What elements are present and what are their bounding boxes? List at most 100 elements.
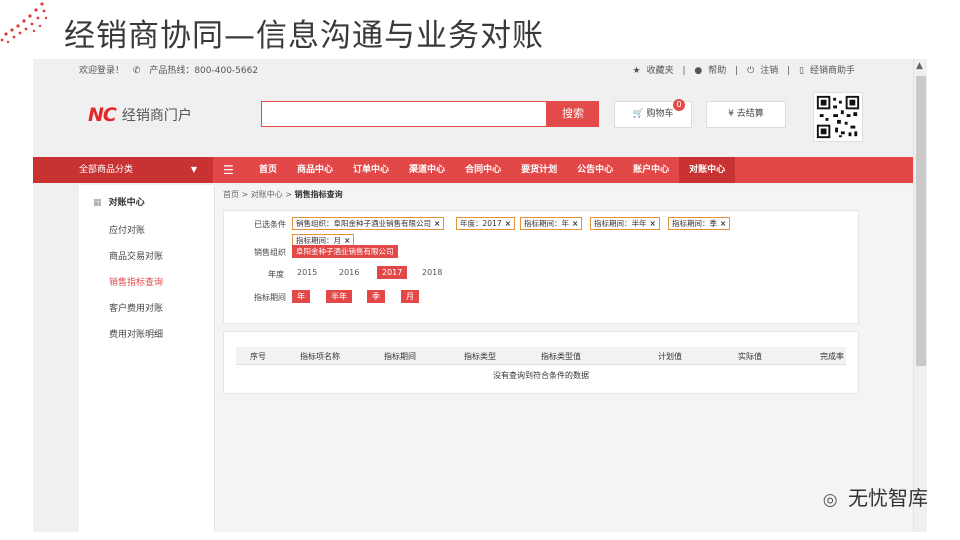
- selected-conditions-label: 已选条件: [254, 220, 286, 229]
- close-icon[interactable]: ×: [505, 219, 511, 228]
- nav-item[interactable]: 商品中心: [287, 157, 343, 183]
- period-option[interactable]: 季: [367, 290, 385, 303]
- all-categories-dropdown[interactable]: 全部商品分类 ▼: [33, 157, 213, 183]
- cart-button[interactable]: 🛒 购物车 0: [614, 99, 692, 128]
- selected-tag-label: 指标期间：月: [296, 236, 341, 245]
- period-option[interactable]: 年: [292, 290, 310, 303]
- year-option[interactable]: 2016: [339, 266, 359, 279]
- breadcrumb-current: 销售指标查询: [294, 190, 343, 199]
- divider: |: [735, 66, 739, 76]
- nav-item[interactable]: 账户中心: [623, 157, 679, 183]
- selected-tag[interactable]: 年度：2017 ×: [456, 217, 515, 230]
- menu-icon[interactable]: ☰: [223, 163, 234, 177]
- watermark-text: 无忧智库: [848, 486, 928, 510]
- selected-tag-label: 销售组织：阜阳金种子酒业销售有限公司: [296, 219, 431, 228]
- close-icon[interactable]: ×: [572, 219, 578, 228]
- wechat-icon: ◎: [822, 490, 838, 510]
- scroll-up-icon[interactable]: ▲: [916, 61, 923, 71]
- nav-item[interactable]: 对账中心: [679, 157, 736, 183]
- column-header: 实际值: [738, 352, 762, 361]
- caret-down-icon: ▼: [190, 165, 197, 174]
- org-option[interactable]: 阜阳金种子酒业销售有限公司: [292, 245, 398, 258]
- qr-code-icon: [813, 92, 863, 142]
- scroll-thumb[interactable]: [916, 76, 926, 366]
- sidebar: ▦ 对账中心 应付对账 商品交易对账 销售指标查询 客户费用对账 费用对账明细: [79, 185, 215, 532]
- nav-item[interactable]: 订单中心: [343, 157, 399, 183]
- selected-tag[interactable]: 指标期间：季 ×: [668, 217, 731, 230]
- org-label: 销售组织: [254, 248, 286, 257]
- nav-item[interactable]: 渠道中心: [399, 157, 455, 183]
- filter-panel: 已选条件 销售组织：阜阳金种子酒业销售有限公司 × 年度：2017 × 指标期间：年 × 指…: [223, 210, 859, 324]
- year-option[interactable]: 2017: [377, 266, 408, 279]
- search-input[interactable]: [261, 101, 547, 127]
- cart-label: 购物车: [646, 109, 674, 119]
- sidebar-item[interactable]: 销售指标查询: [109, 275, 163, 288]
- nav-item[interactable]: 要货计划: [511, 157, 567, 183]
- period-option[interactable]: 半年: [326, 290, 352, 303]
- empty-message: 没有查询到符合条件的数据: [493, 371, 589, 380]
- sidebar-item[interactable]: 客户费用对账: [109, 301, 163, 314]
- nav-item[interactable]: 公告中心: [567, 157, 623, 183]
- close-icon[interactable]: ×: [720, 219, 726, 228]
- year-option[interactable]: 2018: [422, 266, 442, 279]
- close-icon[interactable]: ×: [344, 236, 350, 245]
- cart-icon: 🛒: [632, 109, 644, 119]
- watermark: ◎ 无忧智库: [823, 482, 928, 511]
- checkout-button[interactable]: ¥ 去结算: [706, 101, 786, 128]
- favorites-link[interactable]: 收藏夹: [647, 66, 674, 76]
- assistant-link[interactable]: 经销商助手: [810, 66, 855, 76]
- divider: |: [682, 66, 686, 76]
- hotline-text: 产品热线：800-400-5662: [149, 66, 259, 76]
- nav-item[interactable]: 合同中心: [455, 157, 511, 183]
- nav-item[interactable]: 首页: [249, 157, 287, 183]
- checkout-label: 去结算: [736, 109, 764, 119]
- column-header: 指标项名称: [300, 352, 340, 361]
- column-header: 指标期间: [384, 352, 416, 361]
- nav-items: 首页 商品中心 订单中心 渠道中心 合同中心 要货计划 公告中心 账户中心 对账中心: [249, 157, 736, 183]
- sidebar-item[interactable]: 费用对账明细: [109, 327, 163, 340]
- breadcrumb-separator: >: [241, 190, 249, 199]
- column-header: 完成率: [820, 352, 844, 361]
- close-icon[interactable]: ×: [650, 219, 656, 228]
- main-nav: 全部商品分类 ▼ ☰ 首页 商品中心 订单中心 渠道中心 合同中心 要货计划 公告中心 账户中…: [33, 157, 913, 183]
- column-header: 序号: [250, 352, 266, 361]
- phone-icon: ✆: [132, 66, 141, 76]
- mobile-icon: ▯: [799, 66, 804, 76]
- vertical-scrollbar[interactable]: ▲: [913, 59, 927, 532]
- main-content: 首页 > 对账中心 > 销售指标查询 已选条件 销售组织：阜阳金种子酒业销售有限…: [215, 185, 913, 532]
- close-icon[interactable]: ×: [434, 219, 440, 228]
- period-label: 指标期间: [254, 293, 286, 302]
- breadcrumb: 首页 > 对账中心 > 销售指标查询: [223, 189, 343, 200]
- breadcrumb-separator: >: [285, 190, 293, 199]
- selected-tag[interactable]: 指标期间：半年 ×: [590, 217, 660, 230]
- breadcrumb-level1[interactable]: 对账中心: [251, 190, 283, 199]
- logout-link[interactable]: 注销: [760, 66, 778, 76]
- cart-count-badge: 0: [673, 99, 685, 111]
- year-option[interactable]: 2015: [297, 266, 317, 279]
- power-icon: ⏻: [747, 66, 755, 76]
- selected-tag[interactable]: 销售组织：阜阳金种子酒业销售有限公司 ×: [292, 217, 445, 230]
- period-option[interactable]: 月: [401, 290, 419, 303]
- welcome-text: 欢迎登录！: [79, 66, 125, 76]
- portal-logo[interactable]: NC 经销商门户: [88, 104, 192, 126]
- table-header: 序号 指标项名称 指标期间 指标类型 指标类型值 计划值 实际值 完成率: [236, 347, 846, 365]
- breadcrumb-home[interactable]: 首页: [223, 190, 239, 199]
- help-link[interactable]: 帮助: [708, 66, 726, 76]
- selected-tag-label: 指标期间：季: [672, 219, 717, 228]
- sidebar-item[interactable]: 应付对账: [109, 223, 145, 236]
- decorative-dots-logo: [0, 2, 48, 44]
- slide-title: 经销商协同—信息沟通与业务对账: [64, 18, 544, 54]
- result-table: 序号 指标项名称 指标期间 指标类型 指标类型值 计划值 实际值 完成率 没有查询到符合条件的…: [223, 331, 859, 394]
- column-header: 指标类型值: [541, 352, 581, 361]
- selected-tag[interactable]: 指标期间：年 ×: [520, 217, 583, 230]
- category-label: 全部商品分类: [79, 165, 134, 175]
- column-header: 指标类型: [464, 352, 496, 361]
- sidebar-item[interactable]: 商品交易对账: [109, 249, 163, 262]
- selected-tag-label: 年度：2017: [460, 219, 502, 228]
- logo-mark: NC: [88, 104, 117, 126]
- selected-tag-label: 指标期间：半年: [594, 219, 647, 228]
- column-header: 计划值: [658, 352, 682, 361]
- yen-icon: ¥: [728, 109, 734, 119]
- search-button[interactable]: 搜索: [547, 101, 599, 127]
- help-icon: ●: [694, 66, 703, 76]
